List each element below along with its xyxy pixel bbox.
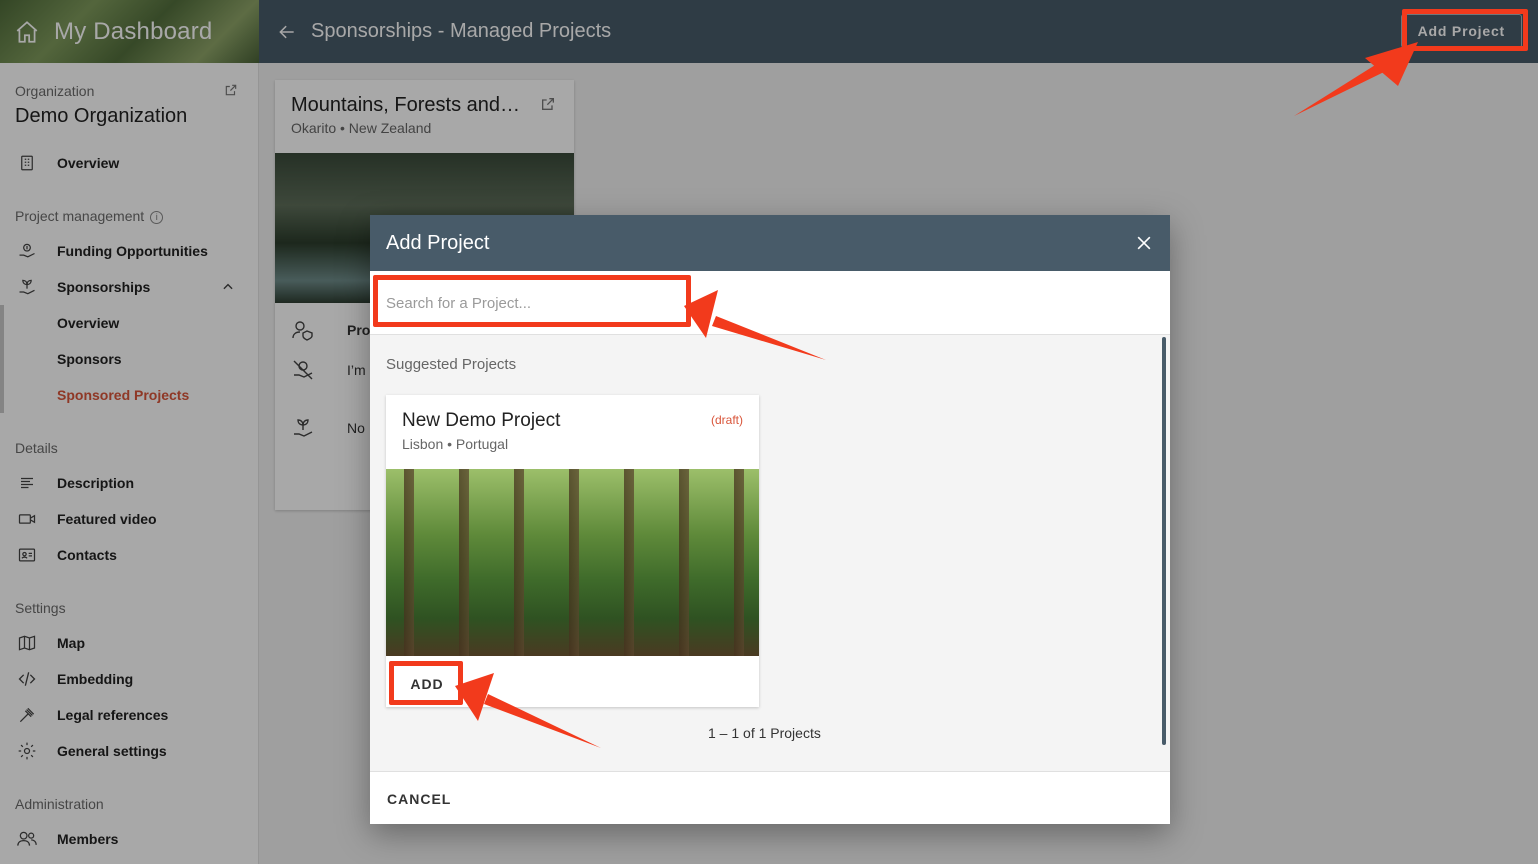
close-icon[interactable]	[1134, 233, 1154, 253]
cancel-button[interactable]: CANCEL	[380, 784, 458, 814]
project-image	[386, 469, 759, 656]
dialog-footer: CANCEL	[370, 771, 1170, 824]
highlight-box-search	[373, 275, 691, 327]
status-badge: (draft)	[710, 413, 743, 427]
project-location: Lisbon • Portugal	[402, 436, 509, 452]
dialog-title: Add Project	[386, 232, 490, 254]
pagination-info: 1 – 1 of 1 Projects	[708, 725, 821, 741]
highlight-box-add	[389, 661, 463, 705]
project-title: New Demo Project	[402, 410, 561, 431]
scrollbar[interactable]	[1162, 337, 1166, 745]
suggested-projects-label: Suggested Projects	[386, 356, 517, 373]
highlight-box-add-project	[1402, 9, 1528, 51]
dialog-header: Add Project	[370, 215, 1170, 271]
